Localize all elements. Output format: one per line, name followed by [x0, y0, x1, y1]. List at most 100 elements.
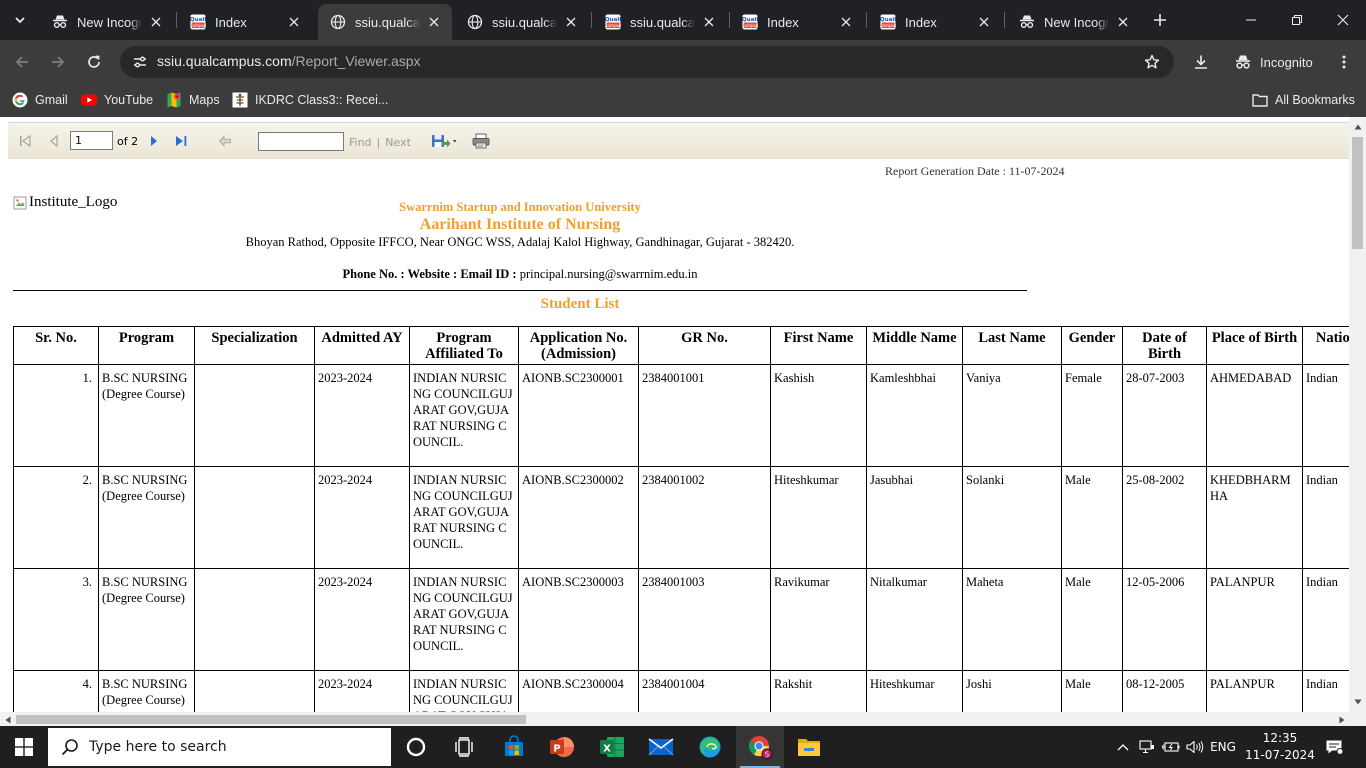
battery-charging-icon — [1162, 742, 1180, 752]
forward-button[interactable] — [44, 48, 72, 76]
browser-tab[interactable]: Quali Campus Index — [868, 4, 1002, 40]
cell-date-of-birth: 25-08-2002 — [1122, 466, 1207, 569]
cell-sr-no: 4. — [13, 670, 99, 712]
start-button[interactable] — [0, 726, 48, 768]
url-text[interactable]: ssiu.qualcampus.com/Report_Viewer.aspx — [157, 53, 421, 69]
show-hidden-icons-button[interactable] — [1112, 726, 1134, 768]
browser-tab[interactable]: Quali Campus Index — [730, 4, 864, 40]
cell-sr-no: 3. — [13, 568, 99, 671]
column-header-last-name: Last Name — [962, 326, 1062, 365]
bookmark-item[interactable]: Maps — [166, 89, 220, 111]
find-text-input[interactable] — [258, 132, 344, 151]
print-button[interactable] — [472, 133, 490, 149]
browser-tab[interactable]: Quali Campus Index — [178, 4, 312, 40]
vertical-scrollbar[interactable] — [1349, 117, 1366, 712]
bookmark-item[interactable]: YouTube — [81, 89, 153, 111]
close-icon — [1337, 14, 1349, 26]
tab-close-button[interactable] — [701, 14, 717, 30]
tab-search-button[interactable] — [8, 8, 32, 32]
page-number-input[interactable] — [70, 131, 113, 150]
address-bar[interactable]: ssiu.qualcampus.com/Report_Viewer.aspx — [120, 46, 1174, 78]
notifications-button[interactable] — [1322, 726, 1346, 768]
new-tab-button[interactable] — [1148, 8, 1172, 32]
find-separator: | — [376, 136, 381, 149]
browser-menu-button[interactable] — [1330, 48, 1358, 76]
notification-icon — [1326, 740, 1343, 755]
taskbar-edge-button[interactable] — [686, 726, 734, 768]
cell-program: B.SC NURSING (Degree Course) — [98, 466, 195, 569]
taskbar-excel-button[interactable]: X — [588, 726, 636, 768]
horizontal-scrollbar[interactable] — [0, 712, 1349, 726]
column-header-program-affiliated-to: Program Affiliated To — [409, 326, 519, 365]
bookmark-item[interactable]: Gmail — [12, 89, 68, 111]
minimize-window-button[interactable] — [1228, 0, 1274, 40]
tab-close-button[interactable] — [838, 14, 854, 30]
restore-window-button[interactable] — [1274, 0, 1320, 40]
first-page-button[interactable] — [18, 133, 34, 149]
header-divider — [13, 290, 1027, 291]
tab-close-button[interactable] — [1115, 14, 1131, 30]
scroll-right-arrow[interactable] — [1337, 715, 1346, 724]
input-language-button[interactable]: ENG — [1208, 726, 1238, 768]
bookmark-star-button[interactable] — [1140, 50, 1164, 74]
taskbar-task-view-button[interactable] — [440, 726, 488, 768]
google-g-icon — [12, 92, 28, 108]
browser-tab[interactable]: New Incognito Tab — [1007, 4, 1141, 40]
vertical-scroll-thumb[interactable] — [1352, 137, 1363, 249]
contact-line: Phone No. : Website : Email ID : princip… — [13, 266, 1027, 283]
all-bookmarks-button[interactable]: All Bookmarks — [1252, 89, 1355, 111]
scroll-left-arrow[interactable] — [3, 715, 12, 724]
browser-tab[interactable]: ssiu.qualcampus.com — [318, 4, 452, 40]
clock-date: 11-07-2024 — [1245, 748, 1315, 762]
next-page-button[interactable] — [146, 133, 162, 149]
svg-text:Quali: Quali — [605, 17, 621, 23]
browser-tab[interactable]: ssiu.qualcampus.com — [455, 4, 589, 40]
tab-close-button[interactable] — [976, 14, 992, 30]
taskbar-powerpoint-button[interactable]: P — [538, 726, 586, 768]
tab-close-button[interactable] — [148, 14, 164, 30]
globe-favicon-icon — [330, 14, 346, 30]
horizontal-scroll-thumb[interactable] — [16, 715, 526, 724]
incognito-indicator[interactable]: Incognito — [1224, 48, 1325, 76]
tab-title: ssiu.qualcampus.com — [492, 14, 557, 30]
close-icon — [151, 17, 161, 27]
find-link[interactable]: Find — [349, 136, 372, 149]
browser-tab[interactable]: QualiCampus ssiu.qualcampus.com — [593, 4, 727, 40]
volume-button[interactable] — [1184, 726, 1206, 768]
institute-name: Aarihant Institute of Nursing — [419, 216, 621, 233]
find-controls: Find | Next — [349, 136, 411, 149]
back-button[interactable] — [8, 48, 36, 76]
taskbar-chrome-button[interactable]: S — [736, 726, 784, 768]
taskbar-clock[interactable]: 12:35 11-07-2024 — [1244, 730, 1316, 764]
microsoft-store-icon — [502, 735, 526, 759]
browser-tab[interactable]: New Incognito Tab — [40, 4, 174, 40]
tab-close-button[interactable] — [563, 14, 579, 30]
find-next-link[interactable]: Next — [385, 136, 411, 149]
scroll-up-arrow[interactable] — [1353, 122, 1362, 131]
tab-close-button[interactable] — [426, 14, 442, 30]
site-info-button[interactable] — [128, 50, 152, 74]
tab-close-button[interactable] — [286, 14, 302, 30]
taskbar-cortana-button[interactable] — [392, 726, 440, 768]
bookmark-item[interactable]: IKDRC Class3:: Recei... — [232, 89, 388, 111]
back-to-parent-button[interactable] — [217, 133, 233, 149]
close-window-button[interactable] — [1320, 0, 1366, 40]
taskbar-search-box[interactable]: Type here to search — [48, 728, 391, 766]
reload-button[interactable] — [80, 48, 108, 76]
last-page-button[interactable] — [173, 133, 189, 149]
export-dropdown-button[interactable] — [431, 133, 459, 149]
network-button[interactable] — [1136, 726, 1158, 768]
downloads-button[interactable] — [1187, 48, 1215, 76]
tab-title: Index — [905, 14, 937, 30]
taskbar-file-explorer-button[interactable] — [785, 726, 833, 768]
university-name: Swarrnim Startup and Innovation Universi… — [399, 200, 641, 214]
battery-button[interactable] — [1160, 726, 1182, 768]
tune-icon — [134, 56, 146, 68]
scroll-down-arrow[interactable] — [1353, 697, 1362, 706]
taskbar-mail-button[interactable] — [637, 726, 685, 768]
cell-application-no: AIONB.SC2300001 — [518, 364, 639, 467]
download-icon — [1195, 55, 1207, 69]
taskbar-microsoft-store-button[interactable] — [490, 726, 538, 768]
previous-page-button[interactable] — [46, 133, 62, 149]
cell-admitted-ay: 2023-2024 — [314, 568, 410, 671]
